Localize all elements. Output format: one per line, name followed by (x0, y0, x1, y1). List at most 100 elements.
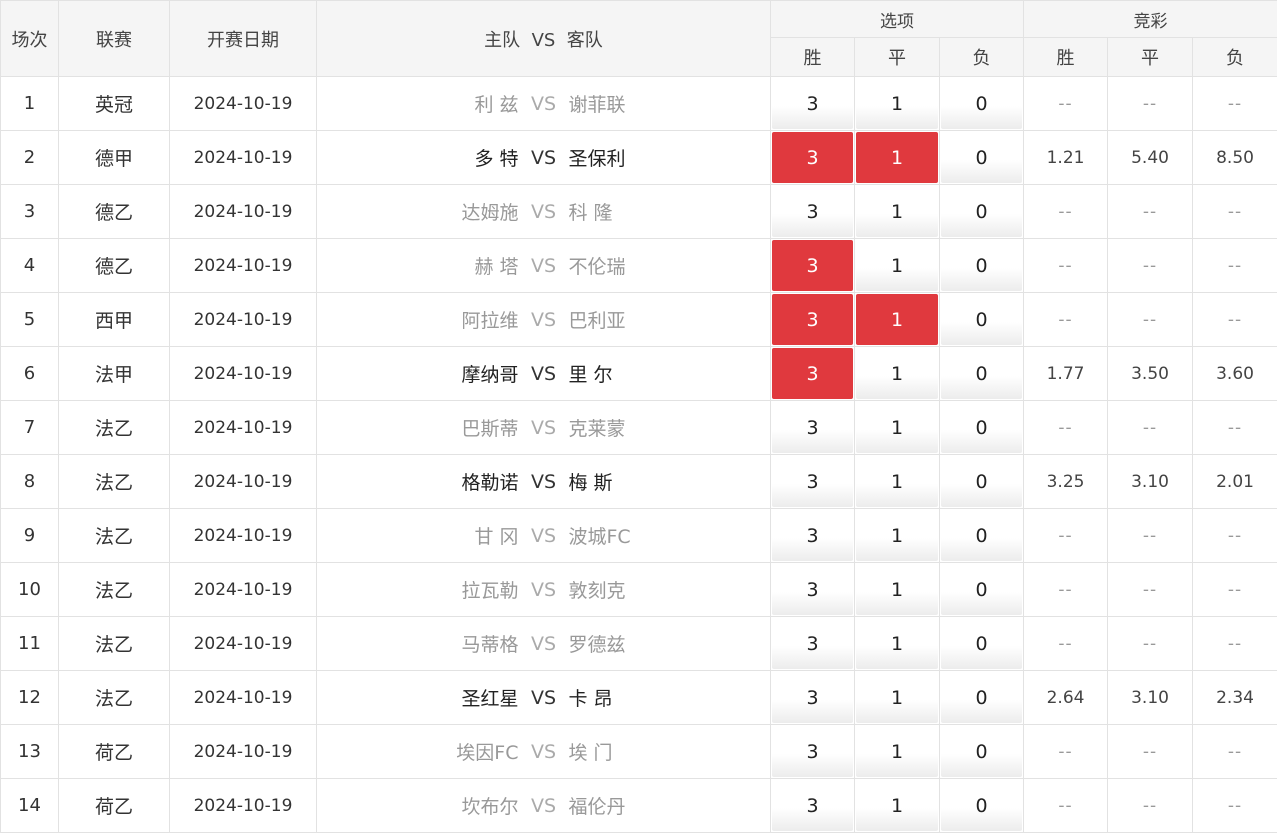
option-win-button[interactable]: 3 (772, 402, 853, 453)
home-team: 埃因FC (456, 742, 519, 764)
vs-label: VS (530, 470, 557, 493)
odds-win: 2.64 (1023, 670, 1109, 725)
option-win-button[interactable]: 3 (772, 726, 853, 777)
match-teams: 格勒诺 VS 梅 斯 (316, 454, 771, 509)
table-body: 1 英冠 2024-10-19 利 兹 VS 谢菲联 3 1 0 -- -- -- 2 德甲 2024-10… (0, 76, 1277, 833)
away-team: 不伦瑞 (568, 256, 626, 278)
odds-win: -- (1023, 724, 1109, 779)
odds-win: -- (1023, 400, 1109, 455)
col-header-date: 开赛日期 (169, 0, 317, 77)
away-team: 波城FC (568, 526, 631, 548)
option-lose-button[interactable]: 0 (941, 348, 1023, 399)
odds-draw: 3.10 (1107, 670, 1194, 725)
match-index: 12 (0, 670, 59, 725)
match-teams-inner: 埃因FC VS 埃 门 (318, 738, 770, 765)
option-win-button[interactable]: 3 (772, 240, 853, 291)
league-name: 法乙 (58, 616, 170, 671)
option-win-button[interactable]: 3 (772, 672, 853, 723)
option-lose-button[interactable]: 0 (941, 240, 1023, 291)
option-draw-button[interactable]: 1 (856, 186, 938, 237)
match-date: 2024-10-19 (169, 346, 317, 401)
option-lose-button[interactable]: 0 (941, 618, 1023, 669)
vs-label: VS (530, 146, 557, 169)
col-header-opt-win: 胜 (770, 37, 855, 77)
home-team: 摩纳哥 (461, 364, 519, 386)
option-lose-button[interactable]: 0 (941, 78, 1023, 129)
away-team: 埃 门 (568, 742, 613, 764)
option-draw-button[interactable]: 1 (856, 726, 938, 777)
option-lose-button[interactable]: 0 (941, 132, 1023, 183)
match-index: 4 (0, 238, 59, 293)
option-lose-button[interactable]: 0 (941, 186, 1023, 237)
option-lose-button[interactable]: 0 (941, 510, 1023, 561)
option-win-button[interactable]: 3 (772, 456, 853, 507)
odds-win: 1.77 (1023, 346, 1109, 401)
match-teams-inner: 拉瓦勒 VS 敦刻克 (318, 576, 770, 603)
option-draw-button[interactable]: 1 (856, 294, 938, 345)
match-index: 7 (0, 400, 59, 455)
option-draw-button[interactable]: 1 (856, 78, 938, 129)
option-lose-button[interactable]: 0 (941, 726, 1023, 777)
option-lose-button[interactable]: 0 (941, 402, 1023, 453)
away-team: 卡 昂 (568, 688, 613, 710)
option-lose-button[interactable]: 0 (941, 672, 1023, 723)
option-win-cell: 3 (770, 562, 855, 617)
option-lose-cell: 0 (938, 400, 1025, 455)
option-win-cell: 3 (770, 130, 855, 185)
away-team: 福伦丹 (568, 796, 626, 818)
option-draw-button[interactable]: 1 (856, 618, 938, 669)
option-draw-button[interactable]: 1 (856, 510, 938, 561)
match-index: 9 (0, 508, 59, 563)
option-win-button[interactable]: 3 (772, 78, 853, 129)
option-win-button[interactable]: 3 (772, 510, 853, 561)
option-lose-cell: 0 (938, 724, 1025, 779)
match-table: 场次 联赛 开赛日期 主队 VS 客队 选项 竞彩 胜 平 负 胜 平 负 1英… (0, 0, 1277, 833)
option-win-button[interactable]: 3 (772, 294, 853, 345)
home-team: 多 特 (474, 148, 519, 170)
odds-lose: -- (1192, 76, 1277, 131)
option-win-button[interactable]: 3 (772, 186, 853, 237)
option-lose-button[interactable]: 0 (941, 294, 1023, 345)
option-lose-button[interactable]: 0 (941, 564, 1023, 615)
option-lose-button[interactable]: 0 (941, 780, 1023, 831)
option-win-button[interactable]: 3 (772, 348, 853, 399)
option-win-button[interactable]: 3 (772, 618, 853, 669)
match-teams-inner: 达姆施 VS 科 隆 (318, 198, 770, 225)
odds-draw: -- (1107, 76, 1194, 131)
option-draw-button[interactable]: 1 (856, 564, 938, 615)
option-draw-button[interactable]: 1 (856, 672, 938, 723)
odds-draw: 3.50 (1107, 346, 1194, 401)
option-draw-cell: 1 (854, 724, 940, 779)
option-draw-button[interactable]: 1 (856, 240, 938, 291)
match-date: 2024-10-19 (169, 130, 317, 185)
odds-lose: -- (1192, 778, 1277, 833)
option-win-button[interactable]: 3 (772, 780, 853, 831)
odds-win: -- (1023, 778, 1109, 833)
option-win-button[interactable]: 3 (772, 564, 853, 615)
option-draw-button[interactable]: 1 (856, 132, 938, 183)
match-index: 10 (0, 562, 59, 617)
odds-win: 1.21 (1023, 130, 1109, 185)
odds-win: -- (1023, 238, 1109, 293)
match-date: 2024-10-19 (169, 184, 317, 239)
league-name: 法乙 (58, 454, 170, 509)
home-team: 利 兹 (474, 94, 519, 116)
option-draw-button[interactable]: 1 (856, 780, 938, 831)
match-date: 2024-10-19 (169, 508, 317, 563)
match-index: 14 (0, 778, 59, 833)
match-teams-inner: 坎布尔 VS 福伦丹 (318, 792, 770, 819)
odds-lose: -- (1192, 400, 1277, 455)
option-draw-button[interactable]: 1 (856, 402, 938, 453)
home-team: 阿拉维 (461, 310, 519, 332)
option-win-button[interactable]: 3 (772, 132, 853, 183)
odds-lose: 8.50 (1192, 130, 1277, 185)
option-draw-cell: 1 (854, 130, 940, 185)
table-row: 14 荷乙 2024-10-19 坎布尔 VS 福伦丹 3 1 0 -- -- -- (0, 778, 1277, 833)
option-draw-button[interactable]: 1 (856, 348, 938, 399)
table-row: 5 西甲 2024-10-19 阿拉维 VS 巴利亚 3 1 0 -- -- -- (0, 292, 1277, 347)
match-teams-inner: 格勒诺 VS 梅 斯 (318, 468, 770, 495)
option-lose-button[interactable]: 0 (941, 456, 1023, 507)
home-team: 赫 塔 (474, 256, 519, 278)
option-draw-button[interactable]: 1 (856, 456, 938, 507)
col-header-match: 主队 VS 客队 (316, 0, 771, 77)
